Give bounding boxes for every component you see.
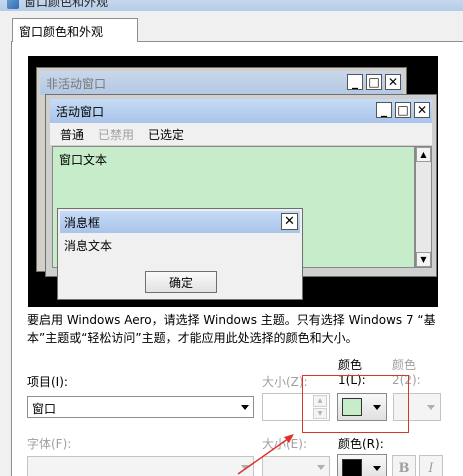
minimize-icon: _ [376, 102, 392, 118]
preview-menubar[interactable]: 普通 已禁用 已选定 [50, 123, 432, 145]
font-color-label: 颜色(R): [338, 437, 384, 451]
inactive-window-title: 非活动窗口 [46, 77, 107, 91]
chevron-down-icon [317, 465, 325, 470]
font-color-swatch [342, 459, 362, 476]
item-label: 项目(I): [27, 375, 68, 389]
aero-description: 要启用 Windows Aero，请选择 Windows 主题。只有选择 Win… [27, 313, 436, 345]
window-title: 窗口颜色和外观 [24, 0, 109, 9]
inactive-window-caption[interactable]: 非活动窗口 _ □ ✕ [40, 71, 403, 95]
close-icon: ✕ [414, 102, 430, 118]
maximize-icon: □ [395, 102, 411, 118]
scroll-up-icon[interactable]: ▲ [416, 147, 431, 162]
minimize-icon: _ [347, 74, 363, 90]
scroll-down-icon[interactable]: ▼ [416, 252, 431, 267]
active-window-caption[interactable]: 活动窗口 _ □ ✕ [50, 99, 432, 123]
preview-message-box[interactable]: 消息框 ✕ 消息文本 确定 [57, 208, 303, 300]
menu-normal[interactable]: 普通 [60, 126, 84, 142]
annotation-highlight-box [302, 375, 409, 433]
message-box-caption[interactable]: 消息框 ✕ [60, 211, 300, 233]
item-select[interactable]: 窗口 [27, 396, 254, 418]
close-icon: ✕ [281, 213, 298, 230]
app-icon [7, 0, 19, 9]
item-select-value: 窗口 [32, 402, 57, 416]
window-titlebar: 窗口颜色和外观 [0, 0, 463, 11]
menu-selected[interactable]: 已选定 [148, 126, 184, 142]
italic-button[interactable]: I [419, 455, 443, 476]
message-text: 消息文本 [64, 239, 113, 253]
size-label: 大小(Z): [262, 375, 308, 389]
chevron-down-icon [241, 405, 249, 410]
active-window-title: 活动窗口 [56, 105, 105, 119]
preview-scrollbar[interactable]: ▲ ▼ [415, 146, 432, 268]
font-label: 字体(F): [27, 437, 72, 451]
maximize-icon: □ [366, 74, 382, 90]
annotation-arrow-icon [237, 434, 294, 475]
close-icon: ✕ [385, 74, 401, 90]
chevron-down-icon [373, 466, 381, 471]
color1-label-top: 颜色 [338, 358, 363, 372]
color2-label-top: 颜色 [392, 358, 417, 372]
font-color-button[interactable] [337, 454, 387, 476]
window-text: 窗口文本 [59, 153, 108, 167]
tab-window-color-appearance[interactable]: 窗口颜色和外观 [12, 18, 138, 42]
bold-button[interactable]: B [392, 455, 416, 476]
font-select[interactable] [27, 456, 254, 476]
chevron-down-icon [427, 405, 435, 410]
ok-button[interactable]: 确定 [145, 271, 217, 293]
message-box-title: 消息框 [64, 216, 101, 230]
menu-disabled[interactable]: 已禁用 [98, 126, 134, 142]
